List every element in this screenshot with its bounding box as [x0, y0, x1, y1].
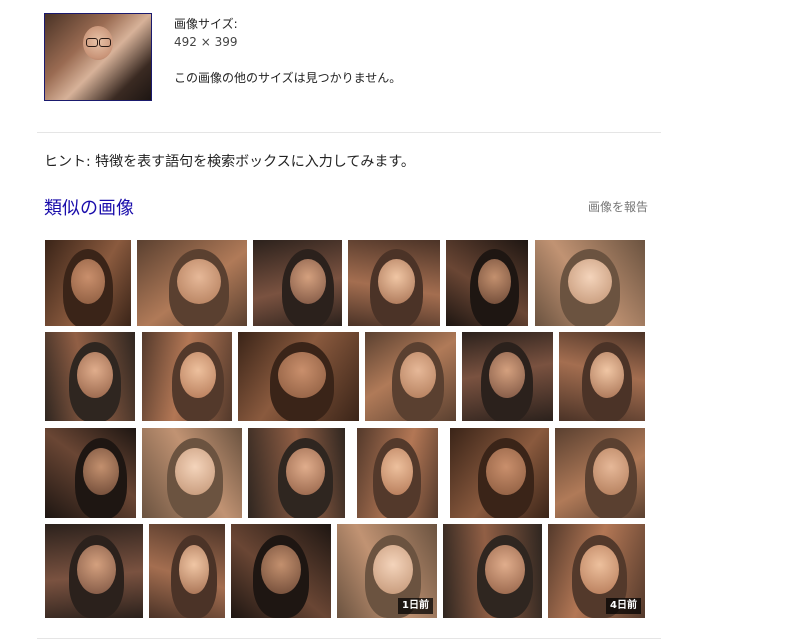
no-other-sizes-text: この画像の他のサイズは見つかりません。 [174, 71, 402, 85]
similar-image-tile[interactable] [231, 524, 331, 618]
face-shape [177, 259, 221, 304]
image-info: 画像サイズ: 492 × 399 この画像の他のサイズは見つかりません。 [174, 15, 401, 87]
face-shape [286, 448, 325, 495]
face-shape [77, 352, 113, 398]
face-shape [378, 259, 415, 304]
similar-image-tile[interactable] [238, 332, 359, 421]
face-shape [261, 545, 301, 594]
similar-images-title[interactable]: 類似の画像 [44, 194, 134, 220]
similar-image-tile[interactable] [45, 332, 135, 421]
similar-image-tile[interactable]: 1日前 [337, 524, 437, 618]
similar-image-tile[interactable] [555, 428, 645, 518]
hint-text: ヒント: 特徴を表す語句を検索ボックスに入力してみます。 [44, 154, 415, 170]
query-image-thumbnail[interactable] [44, 13, 152, 101]
face-shape [489, 352, 525, 398]
similar-image-tile[interactable] [142, 332, 232, 421]
similar-image-tile[interactable] [253, 240, 342, 326]
face-shape [175, 448, 215, 495]
similar-image-tile[interactable] [365, 332, 456, 421]
glasses-icon [86, 38, 111, 47]
face-shape [381, 448, 413, 495]
face-shape [180, 352, 216, 398]
face-shape [290, 259, 326, 304]
similar-image-tile[interactable] [559, 332, 645, 421]
similar-image-tile[interactable] [45, 524, 143, 618]
similar-image-tile[interactable] [348, 240, 440, 326]
image-size-label: 画像サイズ: [174, 17, 238, 31]
face-shape [486, 448, 526, 495]
face-shape [400, 352, 436, 398]
face-shape [83, 448, 119, 495]
similar-image-tile[interactable] [446, 240, 528, 326]
face-shape [580, 545, 619, 594]
similar-image-tile[interactable] [45, 428, 136, 518]
similar-image-tile[interactable] [357, 428, 438, 518]
similar-image-tile[interactable] [535, 240, 645, 326]
similar-image-tile[interactable] [137, 240, 247, 326]
similar-image-tile[interactable] [142, 428, 242, 518]
similar-image-tile[interactable] [149, 524, 225, 618]
face-shape [593, 448, 629, 495]
time-badge: 4日前 [606, 598, 641, 614]
face-shape [478, 259, 511, 304]
similar-image-tile[interactable] [45, 240, 131, 326]
image-size-value: 492 × 399 [174, 35, 238, 49]
face-shape [568, 259, 612, 304]
report-image-link[interactable]: 画像を報告 [588, 198, 648, 215]
face-shape [77, 545, 116, 594]
face-shape [278, 352, 326, 398]
similar-image-tile[interactable] [248, 428, 345, 518]
face-shape [179, 545, 209, 594]
similar-image-tile[interactable] [450, 428, 549, 518]
face-shape [373, 545, 413, 594]
face-shape [71, 259, 105, 304]
face-shape [590, 352, 624, 398]
similar-image-tile[interactable] [443, 524, 542, 618]
time-badge: 1日前 [398, 598, 433, 614]
similar-image-tile[interactable]: 4日前 [548, 524, 645, 618]
divider [37, 638, 661, 639]
face-shape [485, 545, 525, 594]
divider [37, 132, 661, 133]
similar-image-tile[interactable] [462, 332, 553, 421]
